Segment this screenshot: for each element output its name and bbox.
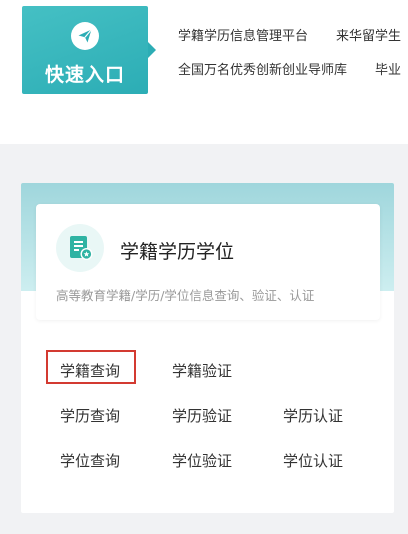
action-degree-query[interactable]: 学位查询 [60,450,120,471]
action-degree-record-verify[interactable]: 学历验证 [172,405,232,426]
paper-plane-icon [71,22,99,50]
quick-entry-label: 快速入口 [44,64,125,86]
link-foreign-students[interactable]: 来华留学生 [336,29,401,44]
action-degree-record-query[interactable]: 学历查询 [60,405,120,426]
card-description: 高等教育学籍/学历/学位信息查询、验证、认证 [56,288,315,303]
link-student-status-platform[interactable]: 学籍学历信息管理平台 [178,29,308,44]
link-mentor-database[interactable]: 全国万名优秀创新创业导师库 [178,63,347,78]
quick-entry-tile[interactable]: 快速入口 [22,6,156,94]
link-row-2: 全国万名优秀创新创业导师库 毕业 [178,59,408,78]
quick-entry-arrow [148,42,156,58]
link-row-1: 学籍学历信息管理平台 来华留学生 [178,25,408,44]
action-student-status-verify[interactable]: 学籍验证 [172,360,232,381]
card-title: 学籍学历学位 [120,241,235,263]
action-degree-certify[interactable]: 学位认证 [283,450,343,471]
service-card-header: 学籍学历学位 高等教育学籍/学历/学位信息查询、验证、认证 [36,204,380,320]
action-degree-record-certify[interactable]: 学历认证 [283,405,343,426]
action-degree-verify[interactable]: 学位验证 [172,450,232,471]
highlight-box [46,350,136,384]
link-graduation[interactable]: 毕业 [375,63,401,78]
certificate-icon [56,224,104,272]
